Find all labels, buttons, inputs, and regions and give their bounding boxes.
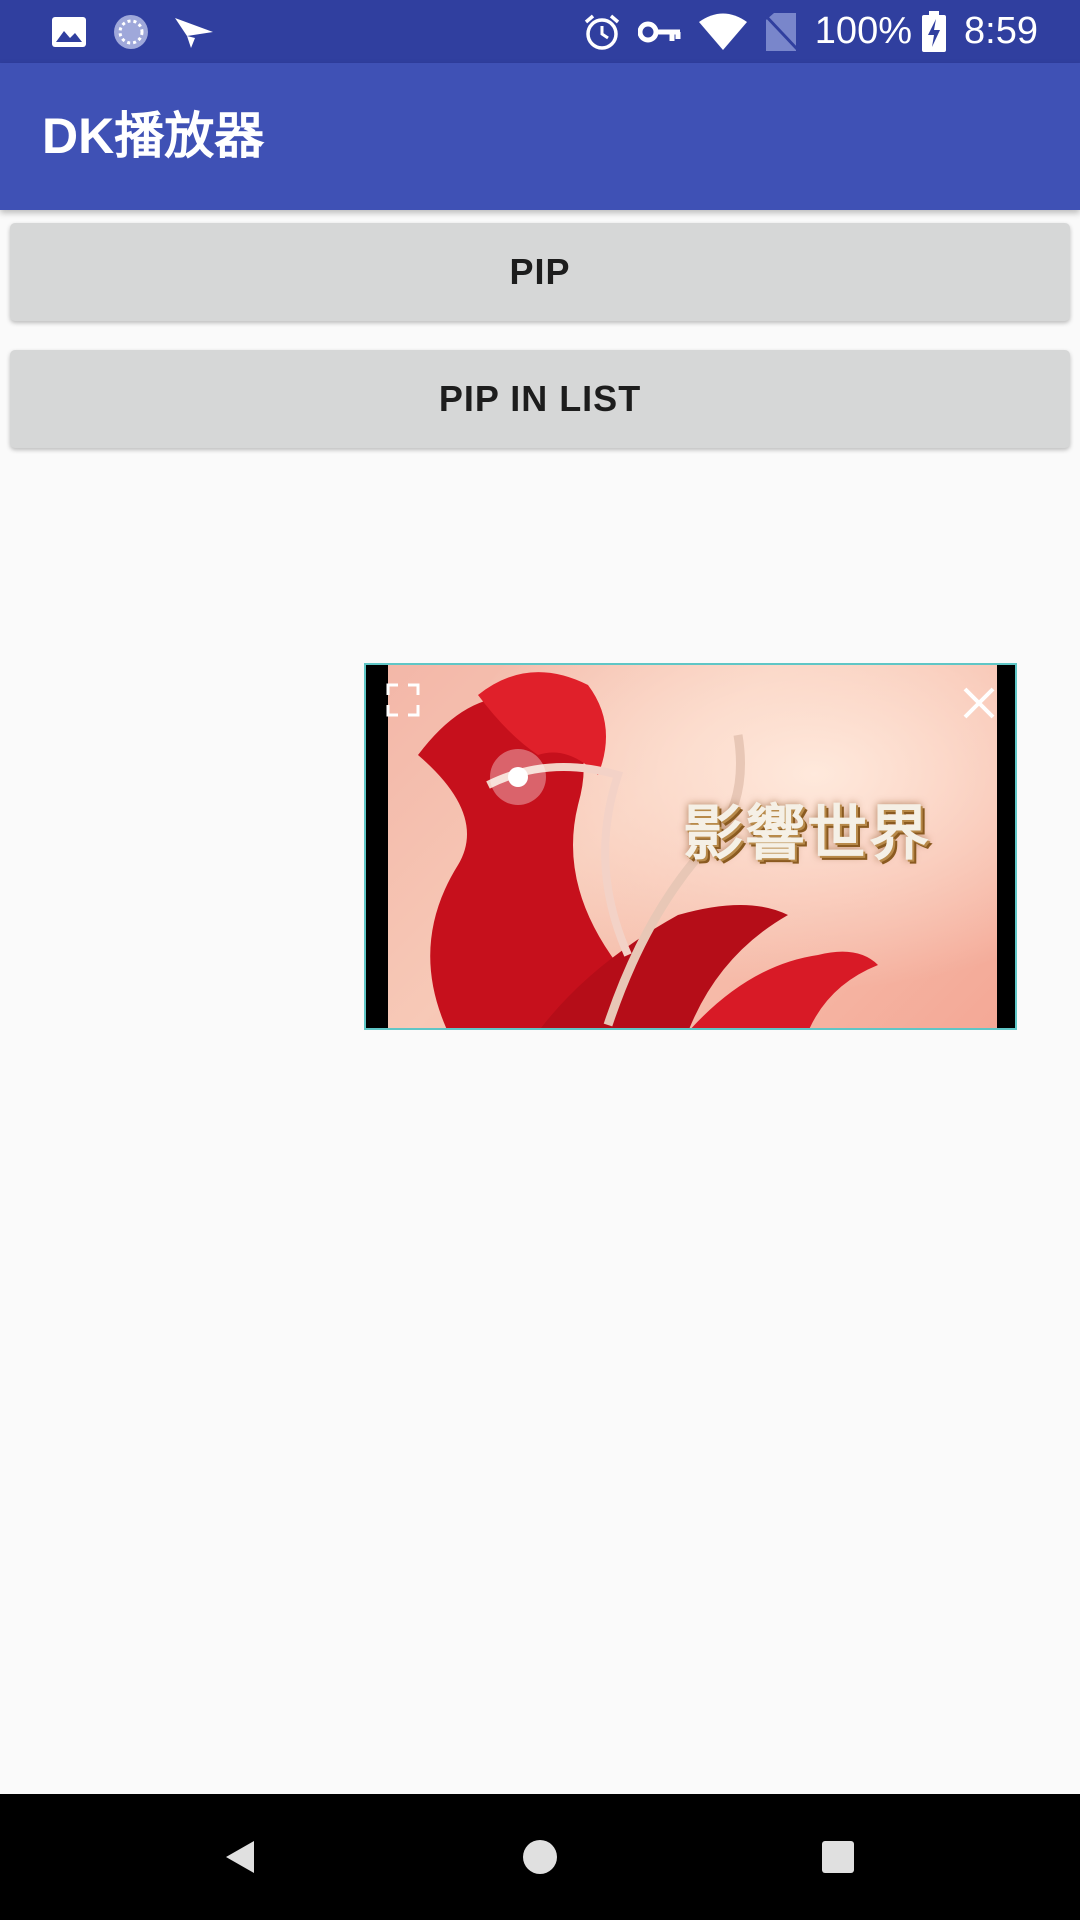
- no-sim-icon: [762, 0, 800, 63]
- app-title: DK播放器: [42, 108, 265, 164]
- status-bar: 100% 8:59: [0, 0, 1080, 63]
- home-icon[interactable]: [490, 1794, 590, 1920]
- send-icon: [172, 0, 216, 63]
- video-frame: 影響世界: [388, 665, 997, 1028]
- back-icon[interactable]: [190, 1794, 290, 1920]
- pip-window[interactable]: 影響世界: [364, 663, 1017, 1030]
- clock: 8:59: [964, 10, 1038, 52]
- alarm-icon: [581, 0, 623, 63]
- video-caption: 影響世界: [683, 799, 931, 869]
- pip-in-list-button[interactable]: PIP IN LIST: [10, 350, 1070, 448]
- app-bar: DK播放器: [0, 63, 1080, 210]
- image-icon: [50, 0, 88, 63]
- pip-button[interactable]: PIP: [10, 223, 1070, 321]
- navigation-bar: [0, 1794, 1080, 1920]
- sync-icon: [110, 0, 152, 63]
- recents-icon[interactable]: [788, 1794, 888, 1920]
- fullscreen-icon[interactable]: [386, 683, 420, 717]
- wifi-icon: [697, 0, 749, 63]
- battery-percent: 100%: [814, 10, 912, 52]
- close-icon[interactable]: [959, 683, 999, 723]
- vpn-key-icon: [637, 0, 683, 63]
- battery-charging-icon: [920, 0, 948, 63]
